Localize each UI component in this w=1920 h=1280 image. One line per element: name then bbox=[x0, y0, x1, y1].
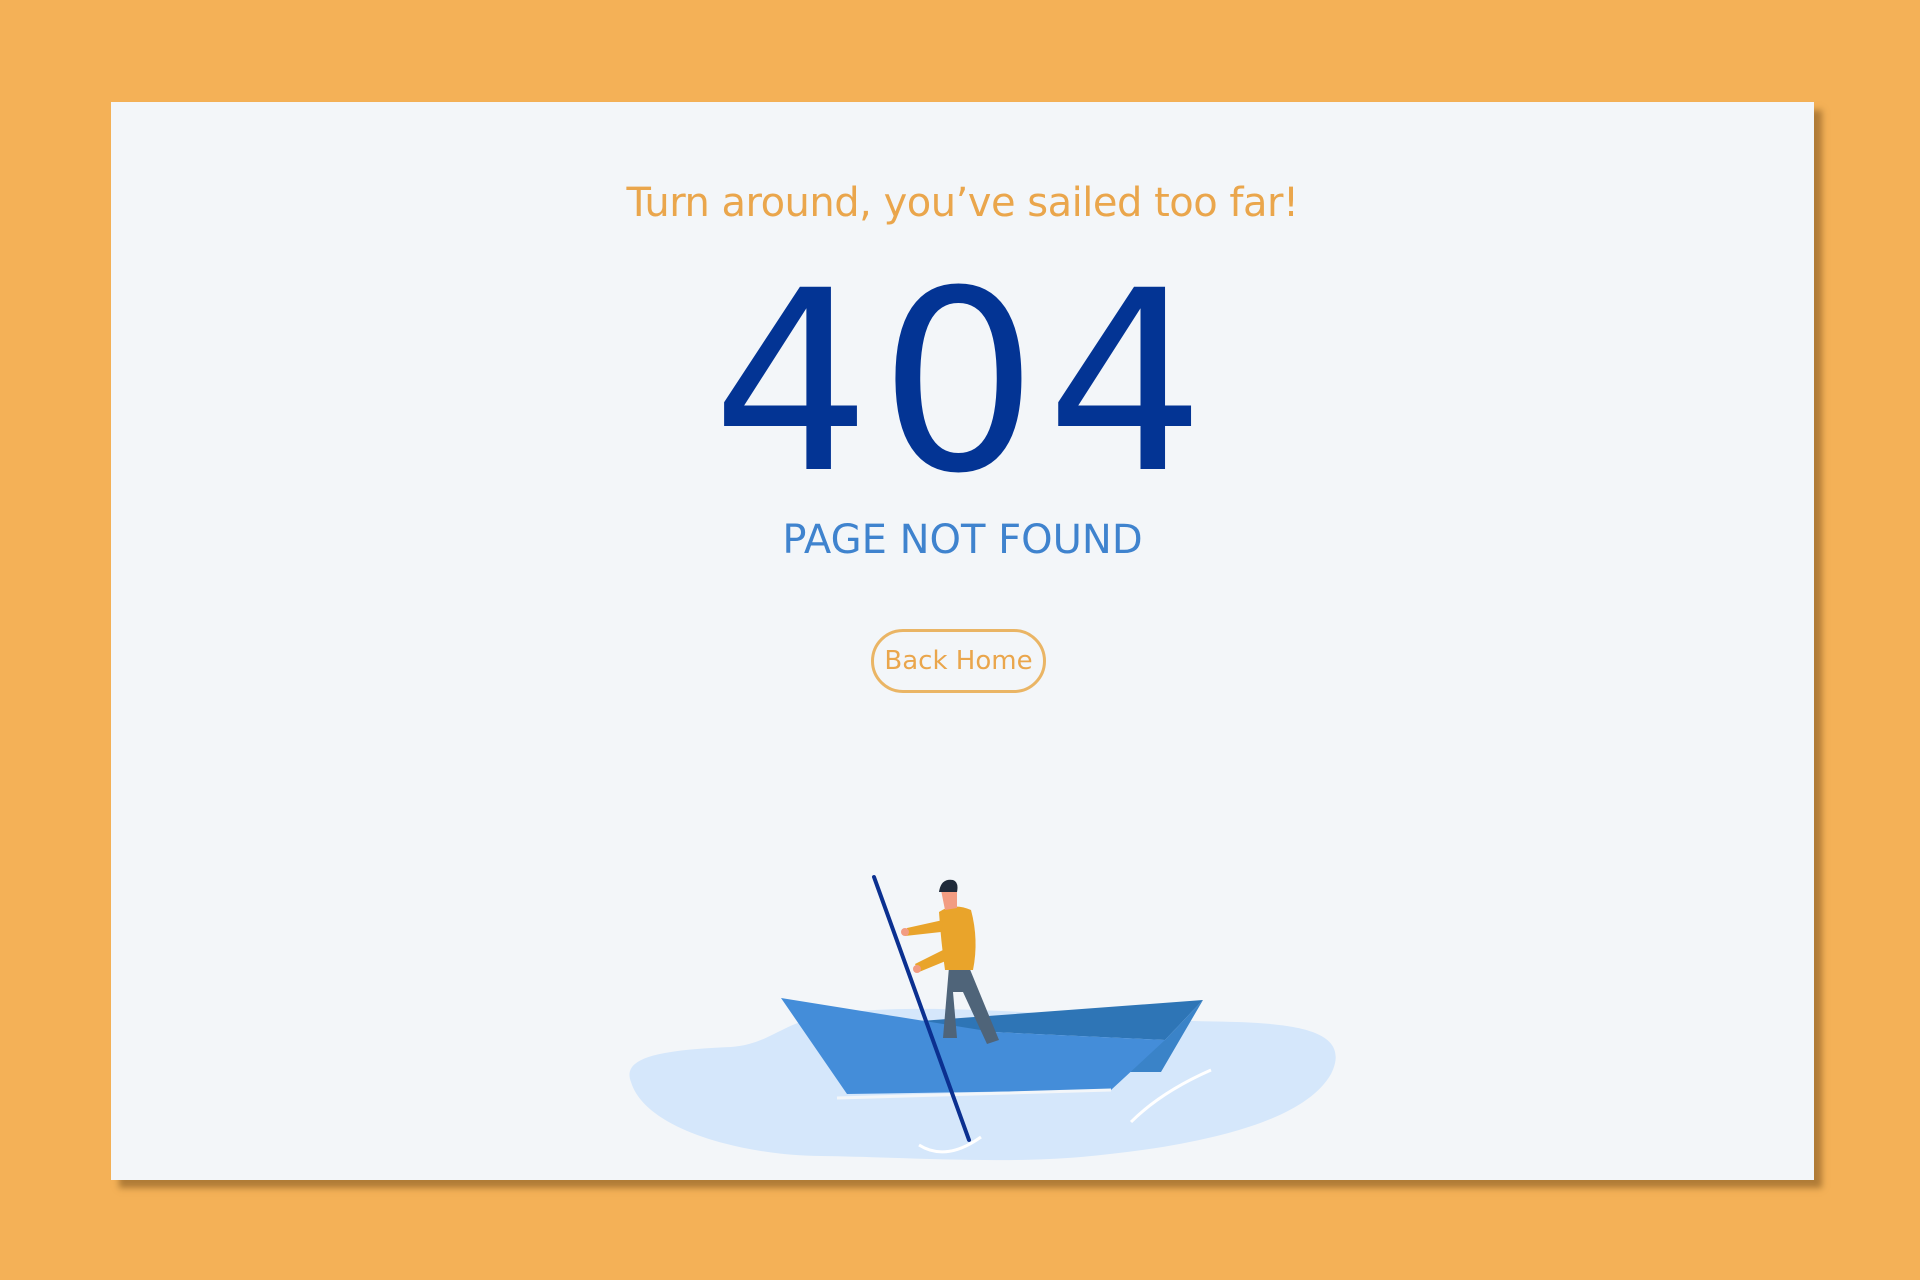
error-code: 404 bbox=[711, 237, 1214, 528]
person-hair bbox=[939, 879, 958, 892]
tagline: Turn around, you’ve sailed too far! bbox=[626, 180, 1299, 226]
error-card: Turn around, you’ve sailed too far! 404 … bbox=[111, 102, 1814, 1180]
person-arm-upper bbox=[905, 920, 943, 936]
back-home-button[interactable]: Back Home bbox=[871, 629, 1046, 693]
person-hand-lower bbox=[913, 965, 921, 973]
person-hand-upper bbox=[901, 928, 909, 936]
page-not-found-label: PAGE NOT FOUND bbox=[782, 517, 1143, 563]
sailing-boat-illustration bbox=[629, 875, 1336, 1161]
